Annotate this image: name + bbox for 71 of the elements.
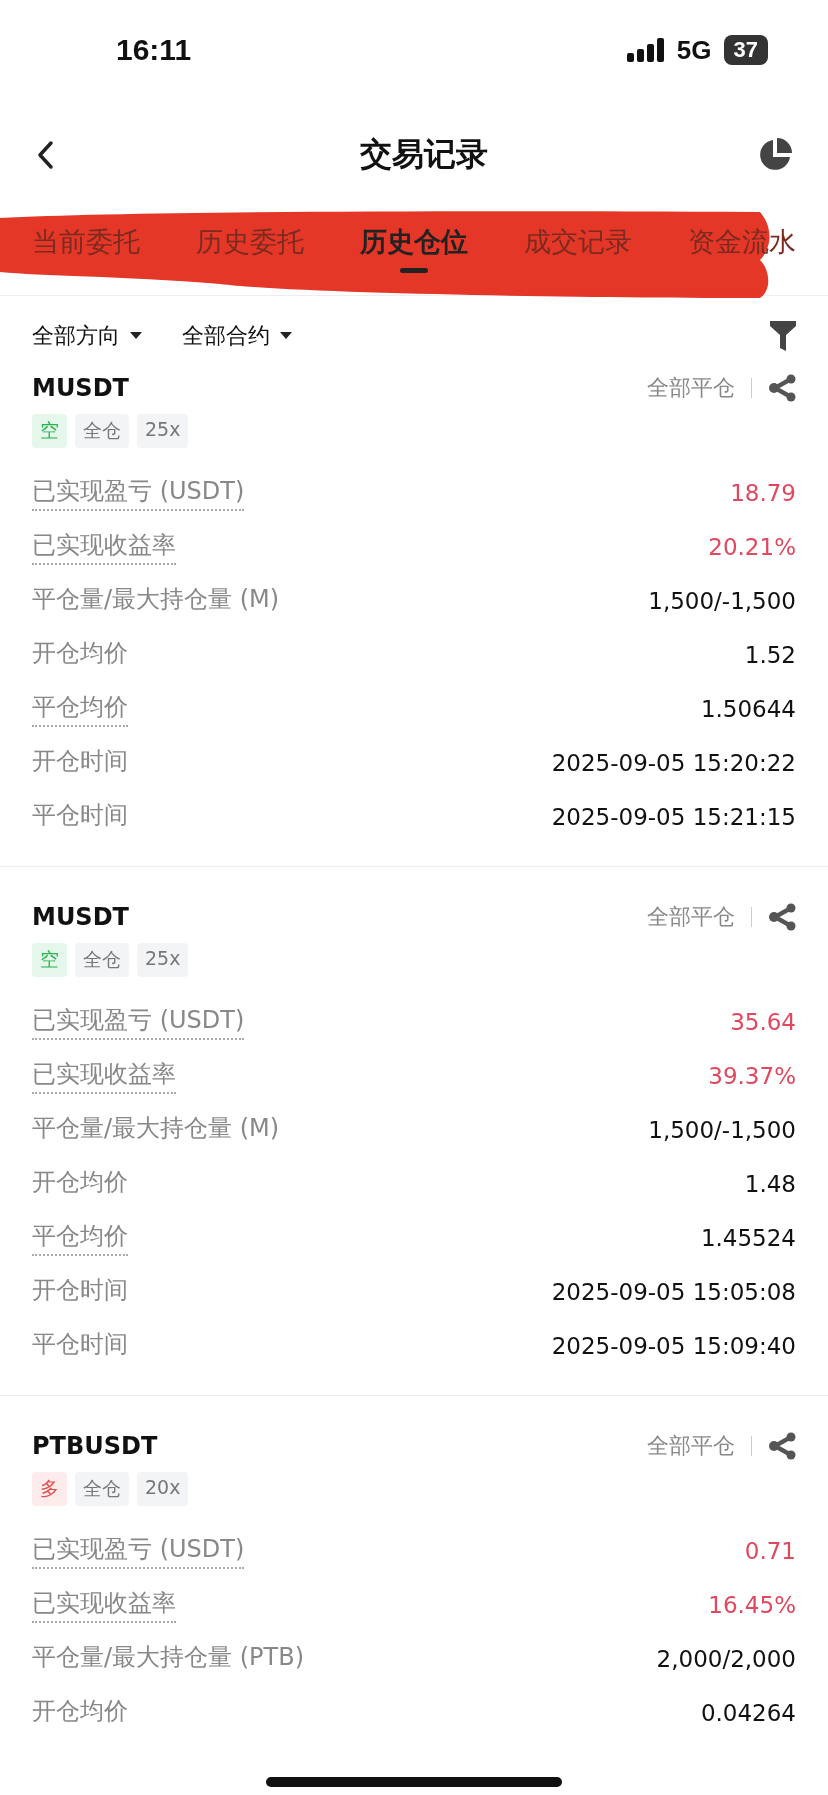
field-label: 平仓均价	[32, 1220, 128, 1256]
position-tag: 20x	[137, 1472, 189, 1506]
tab[interactable]: 当前委托	[28, 220, 144, 264]
field-value: 2025-09-05 15:05:08	[551, 1279, 796, 1305]
field-label: 开仓时间	[32, 1275, 128, 1306]
contract-symbol: MUSDT	[32, 903, 129, 931]
position-tag: 空	[32, 414, 67, 448]
position-tag: 全仓	[75, 1472, 129, 1506]
field-label: 平仓量/最大持仓量 (M)	[32, 584, 280, 615]
field-label: 平仓均价	[32, 691, 128, 727]
field-value: 1.48	[744, 1171, 796, 1197]
position-tag: 全仓	[75, 414, 129, 448]
field-label: 平仓时间	[32, 1329, 128, 1360]
position-tag: 空	[32, 943, 67, 977]
caret-icon	[130, 332, 142, 340]
field-value: 16.45%	[708, 1592, 796, 1618]
caret-icon	[280, 332, 292, 340]
filter-dropdown[interactable]: 全部合约	[182, 321, 292, 351]
field-label: 已实现收益率	[32, 1058, 176, 1094]
field-value: 2025-09-05 15:09:40	[551, 1333, 796, 1359]
field-value: 0.71	[744, 1538, 796, 1564]
field-value: 1,500/-1,500	[648, 1117, 796, 1143]
field-value: 1.52	[744, 642, 796, 668]
field-label: 已实现盈亏 (USDT)	[32, 1004, 245, 1040]
field-value: 1.45524	[700, 1225, 796, 1251]
tab[interactable]: 成交记录	[520, 220, 636, 264]
position-tag: 多	[32, 1472, 67, 1506]
filter-icon[interactable]	[770, 321, 796, 351]
field-label: 开仓时间	[32, 746, 128, 777]
position-tag: 25x	[137, 414, 189, 448]
field-label: 开仓均价	[32, 638, 128, 669]
field-label: 已实现盈亏 (USDT)	[32, 1533, 245, 1569]
field-value: 2025-09-05 15:20:22	[551, 750, 796, 776]
network-label: 5G	[676, 34, 712, 66]
field-value: 18.79	[730, 480, 796, 506]
back-icon[interactable]	[36, 140, 54, 170]
field-label: 开仓均价	[32, 1167, 128, 1198]
contract-symbol: MUSDT	[32, 374, 129, 402]
field-value: 2025-09-05 15:21:15	[551, 804, 796, 830]
contract-symbol: PTBUSDT	[32, 1432, 158, 1460]
field-label: 已实现盈亏 (USDT)	[32, 475, 245, 511]
status-time: 16:11	[116, 33, 192, 67]
filter-dropdown[interactable]: 全部方向	[32, 321, 142, 351]
field-label: 已实现收益率	[32, 1587, 176, 1623]
share-icon[interactable]	[768, 903, 796, 931]
field-value: 20.21%	[708, 534, 796, 560]
field-value: 1.50644	[700, 696, 796, 722]
share-icon[interactable]	[768, 374, 796, 402]
field-value: 39.37%	[708, 1063, 796, 1089]
page-title: 交易记录	[360, 134, 488, 175]
position-tag: 25x	[137, 943, 189, 977]
tab[interactable]: 资金流水	[684, 220, 800, 264]
field-label: 平仓量/最大持仓量 (PTB)	[32, 1642, 305, 1673]
position-tag: 全仓	[75, 943, 129, 977]
field-value: 0.04264	[700, 1700, 796, 1726]
close-all-link[interactable]: 全部平仓	[647, 373, 735, 403]
field-label: 开仓均价	[32, 1696, 128, 1727]
field-value: 2,000/2,000	[656, 1646, 796, 1672]
field-label: 平仓量/最大持仓量 (M)	[32, 1113, 280, 1144]
field-value: 1,500/-1,500	[648, 588, 796, 614]
close-all-link[interactable]: 全部平仓	[647, 1431, 735, 1461]
tab[interactable]: 历史仓位	[356, 220, 472, 264]
field-label: 已实现收益率	[32, 529, 176, 565]
signal-icon	[626, 38, 665, 62]
field-label: 平仓时间	[32, 800, 128, 831]
tab[interactable]: 历史委托	[192, 220, 308, 264]
share-icon[interactable]	[768, 1432, 796, 1460]
close-all-link[interactable]: 全部平仓	[647, 902, 735, 932]
pie-chart-icon[interactable]	[758, 138, 792, 172]
field-value: 35.64	[730, 1009, 796, 1035]
battery-indicator: 37	[723, 35, 768, 65]
